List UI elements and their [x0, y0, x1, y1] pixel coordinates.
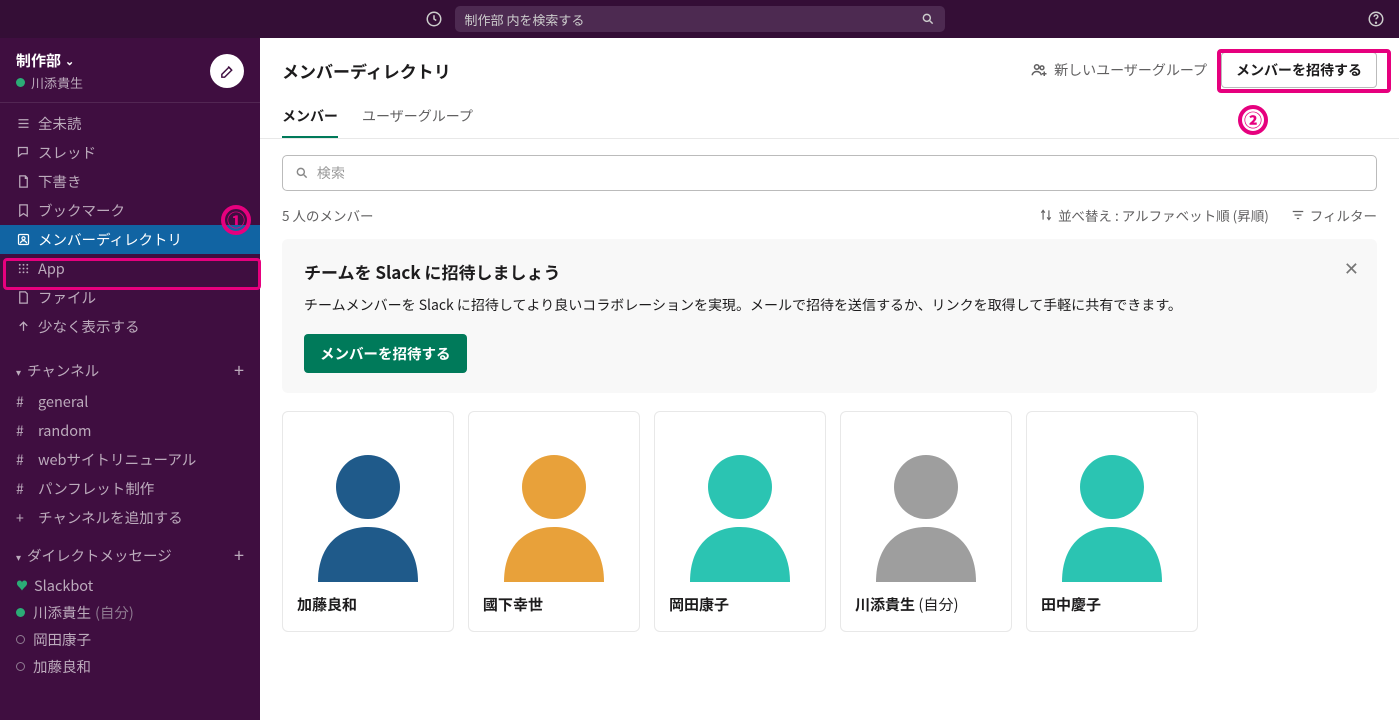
nav-label: 全未読: [38, 113, 244, 134]
hash-icon: #: [16, 479, 38, 499]
current-user: 川添貴生: [16, 73, 83, 92]
member-card[interactable]: 田中慶子: [1026, 411, 1198, 632]
dm-header[interactable]: ▾ダイレクトメッセージ +: [0, 532, 260, 572]
nav-icon: [16, 261, 38, 276]
channel-item[interactable]: #general: [0, 387, 260, 416]
add-icon[interactable]: +: [234, 357, 244, 383]
invite-banner: チームを Slack に招待しましょう チームメンバーを Slack に招待して…: [282, 239, 1377, 393]
avatar: [655, 412, 825, 582]
member-name: 田中慶子: [1027, 582, 1197, 631]
channels-header[interactable]: ▾チャンネル +: [0, 347, 260, 387]
nav-icon: [16, 319, 38, 334]
dm-item[interactable]: ♥Slackbot: [0, 572, 260, 599]
member-card[interactable]: 岡田康子: [654, 411, 826, 632]
sidebar-item[interactable]: App: [0, 254, 260, 283]
member-grid: 加藤良和國下幸世岡田康子川添貴生 (自分) 田中慶子: [260, 411, 1399, 632]
filter-control[interactable]: フィルター: [1291, 205, 1377, 225]
nav-label: App: [38, 258, 244, 279]
member-count: 5 人のメンバー: [282, 205, 374, 225]
dm-item[interactable]: 川添貴生(自分): [0, 599, 260, 626]
tabs: メンバー ユーザーグループ: [260, 98, 1399, 139]
add-channel-item[interactable]: +チャンネルを追加する: [0, 503, 260, 532]
main-header: メンバーディレクトリ 新しいユーザーグループ メンバーを招待する: [260, 38, 1399, 98]
member-name: 岡田康子: [655, 582, 825, 631]
banner-invite-button[interactable]: メンバーを招待する: [304, 334, 467, 373]
nav-label: スレッド: [38, 142, 244, 163]
search-icon: [295, 166, 309, 180]
channel-item[interactable]: #パンフレット制作: [0, 474, 260, 503]
plus-icon: +: [16, 508, 38, 528]
annotation-badge-2: ②: [1238, 105, 1268, 135]
nav-icon: [16, 290, 38, 305]
heart-icon: ♥: [16, 577, 28, 594]
presence-dot: [16, 662, 25, 671]
member-name: 加藤良和: [283, 582, 453, 631]
compose-button[interactable]: [210, 54, 244, 88]
nav-label: ブックマーク: [38, 200, 244, 221]
search-placeholder: 制作部 内を検索する: [465, 10, 921, 29]
sidebar-item[interactable]: 全未読: [0, 109, 260, 138]
nav-label: 少なく表示する: [38, 316, 244, 337]
dm-list: ♥Slackbot川添貴生(自分)岡田康子加藤良和: [0, 572, 260, 680]
nav-icon: [16, 116, 38, 131]
hash-icon: #: [16, 450, 38, 470]
member-name: 川添貴生 (自分): [841, 582, 1011, 631]
sidebar-item[interactable]: スレッド: [0, 138, 260, 167]
nav-icon: [16, 145, 38, 160]
member-card[interactable]: 加藤良和: [282, 411, 454, 632]
presence-dot: [16, 635, 25, 644]
annotation-badge-1: ①: [221, 205, 251, 235]
close-icon[interactable]: ✕: [1344, 255, 1359, 281]
tab-usergroups[interactable]: ユーザーグループ: [362, 98, 473, 138]
caret-icon: ▾: [16, 549, 21, 564]
nav-label: メンバーディレクトリ: [38, 229, 244, 250]
page-title: メンバーディレクトリ: [282, 58, 451, 83]
banner-title: チームを Slack に招待しましょう: [304, 259, 1355, 284]
channel-item[interactable]: #random: [0, 416, 260, 445]
member-name: 國下幸世: [469, 582, 639, 631]
global-search[interactable]: 制作部 内を検索する: [455, 6, 945, 32]
sidebar-item[interactable]: メンバーディレクトリ: [0, 225, 260, 254]
member-card[interactable]: 川添貴生 (自分): [840, 411, 1012, 632]
history-icon[interactable]: [425, 10, 443, 28]
member-search-input[interactable]: 検索: [282, 155, 1377, 191]
main-content: メンバーディレクトリ 新しいユーザーグループ メンバーを招待する メンバー ユー…: [260, 38, 1399, 720]
channel-item[interactable]: #webサイトリニューアル: [0, 445, 260, 474]
caret-icon: ▾: [16, 364, 21, 379]
sidebar-item[interactable]: 下書き: [0, 167, 260, 196]
nav-icon: [16, 232, 38, 247]
avatar: [283, 412, 453, 582]
hash-icon: #: [16, 421, 38, 441]
nav-label: 下書き: [38, 171, 244, 192]
avatar: [841, 412, 1011, 582]
hash-icon: #: [16, 392, 38, 412]
sidebar: 制作部 ⌄ 川添貴生 全未読スレッド下書きブックマークメンバーディレクトリ App…: [0, 38, 260, 720]
channel-list: #general#random#webサイトリニューアル#パンフレット制作+チャ…: [0, 387, 260, 532]
tab-members[interactable]: メンバー: [282, 98, 338, 138]
invite-members-button[interactable]: メンバーを招待する: [1221, 52, 1377, 88]
add-icon[interactable]: +: [234, 542, 244, 568]
banner-text: チームメンバーを Slack に招待してより良いコラボレーションを実現。メールで…: [304, 294, 1355, 316]
dm-item[interactable]: 岡田康子: [0, 626, 260, 653]
sort-control[interactable]: 並べ替え : アルファベット順 (昇順): [1039, 205, 1269, 225]
avatar: [1027, 412, 1197, 582]
help-icon[interactable]: [1367, 10, 1385, 28]
presence-dot: [16, 78, 25, 87]
chevron-down-icon: ⌄: [65, 53, 74, 69]
avatar: [469, 412, 639, 582]
new-user-group-button[interactable]: 新しいユーザーグループ: [1030, 60, 1207, 80]
top-bar: 制作部 内を検索する: [0, 0, 1399, 38]
sidebar-item[interactable]: 少なく表示する: [0, 312, 260, 341]
nav-icon: [16, 174, 38, 189]
presence-dot: [16, 608, 25, 617]
workspace-header[interactable]: 制作部 ⌄ 川添貴生: [0, 38, 260, 103]
search-icon: [921, 12, 935, 26]
sidebar-item[interactable]: ファイル: [0, 283, 260, 312]
nav-label: ファイル: [38, 287, 244, 308]
nav-icon: [16, 203, 38, 218]
workspace-name[interactable]: 制作部 ⌄: [16, 50, 83, 71]
member-card[interactable]: 國下幸世: [468, 411, 640, 632]
dm-item[interactable]: 加藤良和: [0, 653, 260, 680]
